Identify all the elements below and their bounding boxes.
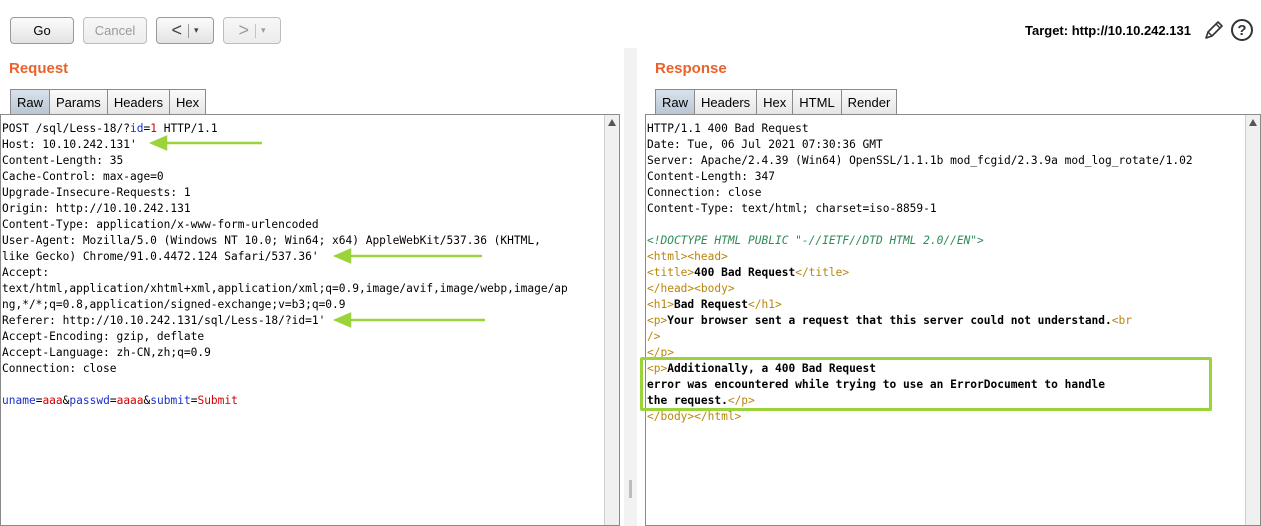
- response-tab-hex[interactable]: Hex: [757, 89, 794, 114]
- header-line: Cache-Control: max-age=0: [2, 170, 164, 183]
- request-tab-headers[interactable]: Headers: [107, 89, 170, 114]
- response-tab-html[interactable]: HTML: [793, 89, 842, 114]
- dropdown-arrow-icon[interactable]: ▾: [194, 25, 199, 36]
- dropdown-arrow-icon[interactable]: ▾: [261, 25, 266, 36]
- response-tab-headers[interactable]: Headers: [695, 89, 758, 114]
- request-body: uname=aaa&passwd=aaaa&submit=Submit: [2, 394, 238, 407]
- header-line: Accept:: [2, 266, 50, 279]
- response-text: HTTP/1.1 400 Bad Request Date: Tue, 06 J…: [646, 121, 1193, 425]
- header-line: Server: Apache/2.4.39 (Win64) OpenSSL/1.…: [647, 154, 1193, 167]
- header-line: like Gecko) Chrome/91.0.4472.124 Safari/…: [2, 250, 319, 263]
- p2-line: <p>Additionally, a 400 Bad Request: [647, 362, 877, 375]
- head-close-tag: </head><body>: [647, 282, 735, 295]
- p2-line: error was encountered while trying to us…: [647, 378, 1106, 391]
- header-line: Upgrade-Insecure-Requests: 1: [2, 186, 191, 199]
- divider: [254, 23, 256, 38]
- chevron-left-icon: <: [171, 20, 182, 40]
- response-tabs: Raw Headers Hex HTML Render: [655, 89, 898, 114]
- target-label: Target: http://10.10.242.131: [1025, 23, 1191, 38]
- header-line: ng,*/*;q=0.8,application/signed-exchange…: [2, 298, 346, 311]
- request-editor[interactable]: POST /sql/Less-18/?id=1 HTTP/1.1 Host: 1…: [0, 114, 620, 526]
- header-line: Referer: http://10.10.242.131/sql/Less-1…: [2, 314, 326, 327]
- header-line: Content-Type: text/html; charset=iso-885…: [647, 202, 937, 215]
- response-tab-render[interactable]: Render: [841, 89, 898, 114]
- cancel-button[interactable]: Cancel: [83, 17, 147, 44]
- header-line: Connection: close: [647, 186, 762, 199]
- scroll-up-icon[interactable]: [1249, 119, 1257, 126]
- header-line: text/html,application/xhtml+xml,applicat…: [2, 282, 568, 295]
- toolbar: Go Cancel < ▾ > ▾ Target: http://10.10.2…: [0, 0, 1261, 48]
- html-tag: <html><head>: [647, 250, 728, 263]
- request-tab-raw[interactable]: Raw: [10, 89, 51, 114]
- header-line: Connection: close: [2, 362, 117, 375]
- forward-button[interactable]: > ▾: [223, 17, 281, 44]
- header-line: User-Agent: Mozilla/5.0 (Windows NT 10.0…: [2, 234, 541, 247]
- header-line: Origin: http://10.10.242.131: [2, 202, 191, 215]
- help-icon[interactable]: ?: [1231, 19, 1253, 41]
- p2-line: the request.</p>: [647, 394, 755, 407]
- p-close-tag: </p>: [647, 346, 674, 359]
- header-line: Content-Type: application/x-www-form-url…: [2, 218, 319, 231]
- pencil-icon[interactable]: [1203, 19, 1225, 41]
- title-line: <title>400 Bad Request</title>: [647, 266, 850, 279]
- header-line: Content-Length: 35: [2, 154, 124, 167]
- p1-line: <p>Your browser sent a request that this…: [647, 314, 1132, 327]
- scroll-up-icon[interactable]: [608, 119, 616, 126]
- header-line: Accept-Language: zh-CN,zh;q=0.9: [2, 346, 211, 359]
- header-line: Content-Length: 347: [647, 170, 775, 183]
- request-title: Request: [9, 60, 69, 77]
- header-line: HTTP/1.1 400 Bad Request: [647, 122, 809, 135]
- back-button[interactable]: < ▾: [156, 17, 214, 44]
- doctype-line: <!DOCTYPE HTML PUBLIC "-//IETF//DTD HTML…: [647, 234, 984, 247]
- response-scrollbar[interactable]: [1245, 115, 1260, 525]
- request-tab-params[interactable]: Params: [50, 89, 108, 114]
- pane-splitter[interactable]: [624, 48, 637, 526]
- splitter-grip[interactable]: [629, 480, 632, 498]
- divider: [187, 23, 189, 38]
- request-scrollbar[interactable]: [604, 115, 619, 525]
- header-line: Host: 10.10.242.131': [2, 138, 137, 151]
- response-editor[interactable]: HTTP/1.1 400 Bad Request Date: Tue, 06 J…: [645, 114, 1261, 526]
- response-tab-raw[interactable]: Raw: [655, 89, 696, 114]
- header-line: Accept-Encoding: gzip, deflate: [2, 330, 205, 343]
- request-tabs: Raw Params Headers Hex: [10, 89, 207, 114]
- request-line: POST /sql/Less-18/?id=1 HTTP/1.1: [2, 122, 218, 135]
- go-button[interactable]: Go: [10, 17, 74, 44]
- request-tab-hex[interactable]: Hex: [169, 89, 207, 114]
- request-text: POST /sql/Less-18/?id=1 HTTP/1.1 Host: 1…: [1, 121, 568, 409]
- response-title: Response: [655, 60, 727, 77]
- chevron-right-icon: >: [238, 20, 249, 40]
- br-end: />: [647, 330, 661, 343]
- header-line: Date: Tue, 06 Jul 2021 07:30:36 GMT: [647, 138, 883, 151]
- h1-line: <h1>Bad Request</h1>: [647, 298, 782, 311]
- body-close-tag: </body></html>: [647, 410, 742, 423]
